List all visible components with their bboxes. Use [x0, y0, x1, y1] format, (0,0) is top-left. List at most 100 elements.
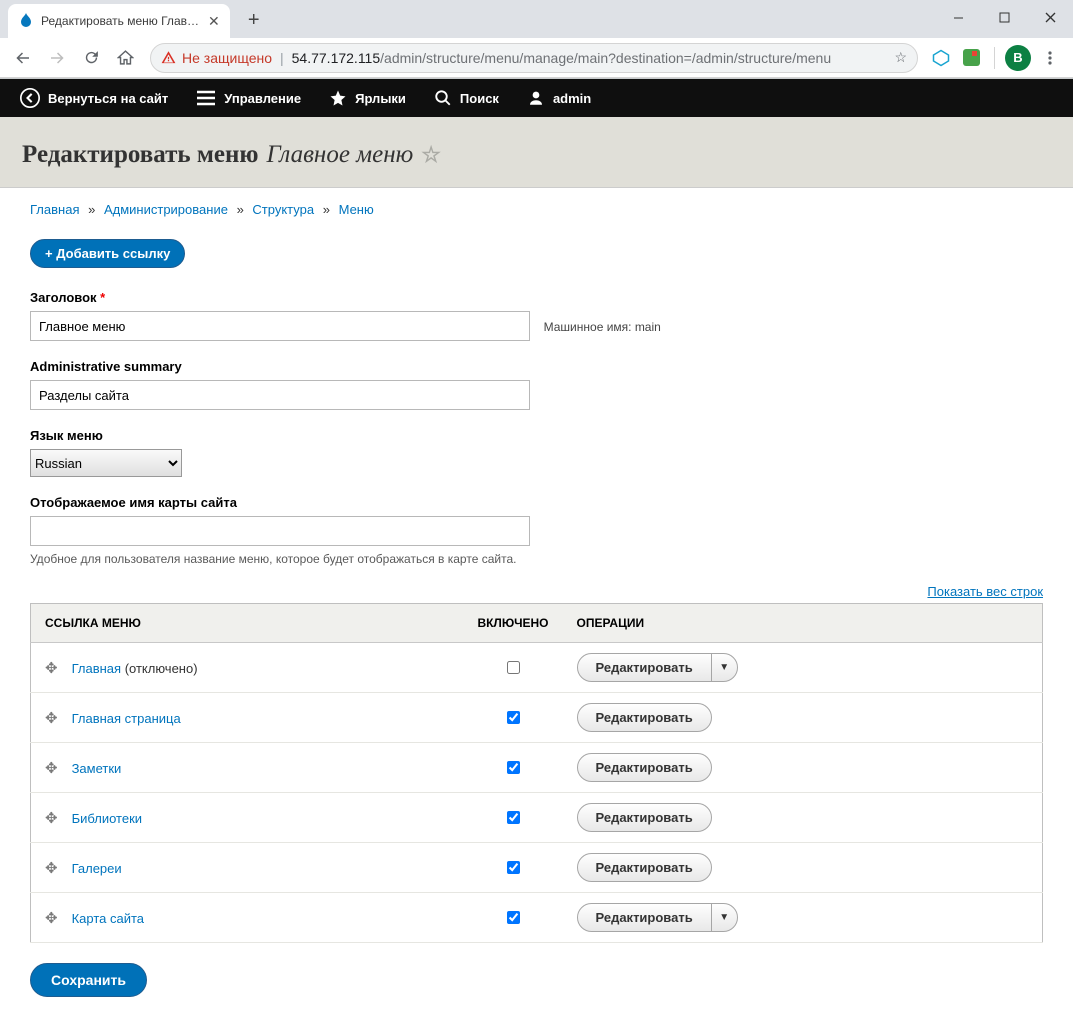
toolbar-search[interactable]: Поиск [420, 79, 513, 117]
divider [994, 47, 995, 69]
menu-link[interactable]: Главная [72, 661, 121, 676]
drag-handle-icon[interactable]: ✥ [45, 860, 58, 877]
forward-button[interactable] [42, 43, 72, 73]
toolbar-manage[interactable]: Управление [182, 79, 315, 117]
enabled-checkbox[interactable] [507, 711, 520, 724]
drupal-favicon [18, 13, 34, 29]
show-weights: Показать вес строк [30, 584, 1043, 599]
summary-label: Administrative summary [30, 359, 1043, 374]
profile-avatar[interactable]: В [1005, 45, 1031, 71]
edit-dropbutton: Редактировать [577, 703, 712, 732]
add-link-button[interactable]: + Добавить ссылку [30, 239, 185, 268]
sitemap-desc: Удобное для пользователя название меню, … [30, 552, 1043, 566]
back-button[interactable] [8, 43, 38, 73]
sitemap-label: Отображаемое имя карты сайта [30, 495, 1043, 510]
new-tab-button[interactable]: + [240, 6, 268, 34]
extension-icon-2[interactable] [958, 45, 984, 71]
search-icon [434, 89, 452, 107]
browser-menu-icon[interactable] [1035, 43, 1065, 73]
minimize-button[interactable] [935, 0, 981, 34]
address-bar: Не защищено | 54.77.172.115/admin/struct… [0, 38, 1073, 78]
close-tab-icon[interactable]: ✕ [208, 13, 220, 30]
toolbar-user[interactable]: admin [513, 79, 605, 117]
edit-button[interactable]: Редактировать [578, 754, 711, 781]
edit-dropbutton: Редактировать▼ [577, 903, 738, 932]
menu-link[interactable]: Главная страница [72, 711, 181, 726]
shortcut-star-icon[interactable]: ☆ [421, 142, 441, 168]
edit-button[interactable]: Редактировать [578, 854, 711, 881]
star-icon [329, 89, 347, 107]
drag-handle-icon[interactable]: ✥ [45, 910, 58, 927]
toolbar-back-label: Вернуться на сайт [48, 91, 168, 106]
edit-button[interactable]: Редактировать [578, 654, 711, 681]
table-row: ✥ Заметки Редактировать [31, 743, 1043, 793]
page-title-emph: Главное меню [266, 141, 413, 169]
url-host: 54.77.172.115 [292, 50, 381, 66]
menu-link[interactable]: Галереи [72, 861, 122, 876]
col-header-enabled: ВКЛЮЧЕНО [463, 604, 562, 643]
enabled-checkbox[interactable] [507, 911, 520, 924]
enabled-checkbox[interactable] [507, 861, 520, 874]
enabled-checkbox[interactable] [507, 761, 520, 774]
dropbutton-toggle[interactable]: ▼ [711, 654, 737, 681]
save-button[interactable]: Сохранить [30, 963, 147, 997]
user-icon [527, 89, 545, 107]
extension-icon-1[interactable] [928, 45, 954, 71]
home-button[interactable] [110, 43, 140, 73]
crumb-structure[interactable]: Структура [252, 202, 314, 217]
table-row: ✥ Карта сайта Редактировать▼ [31, 893, 1043, 943]
url-path: /admin/structure/menu/manage/main?destin… [380, 50, 831, 66]
enabled-checkbox[interactable] [507, 661, 520, 674]
crumb-admin[interactable]: Администрирование [104, 202, 228, 217]
toolbar-back-to-site[interactable]: Вернуться на сайт [6, 79, 182, 117]
summary-input[interactable] [30, 380, 530, 410]
tab-title: Редактировать меню Главное м [41, 14, 201, 28]
edit-dropbutton: Редактировать [577, 753, 712, 782]
title-input[interactable] [30, 311, 530, 341]
edit-button[interactable]: Редактировать [578, 804, 711, 831]
menu-link[interactable]: Библиотеки [72, 811, 142, 826]
url-field[interactable]: Не защищено | 54.77.172.115/admin/struct… [150, 43, 918, 73]
table-row: ✥Главная (отключено)Редактировать▼ [31, 643, 1043, 693]
menu-links-table: ССЫЛКА МЕНЮ ВКЛЮЧЕНО ОПЕРАЦИИ ✥Главная (… [30, 603, 1043, 943]
browser-tab[interactable]: Редактировать меню Главное м ✕ [8, 4, 230, 38]
window-controls [935, 0, 1073, 34]
edit-dropbutton: Редактировать▼ [577, 653, 738, 682]
not-secure-label: Не защищено [182, 50, 272, 66]
toolbar-shortcuts[interactable]: Ярлыки [315, 79, 420, 117]
form-item-summary: Administrative summary [30, 359, 1043, 410]
form-item-title: Заголовок * Машинное имя: main [30, 290, 1043, 341]
close-window-button[interactable] [1027, 0, 1073, 34]
dropbutton-toggle[interactable]: ▼ [711, 904, 737, 931]
crumb-home[interactable]: Главная [30, 202, 79, 217]
title-label: Заголовок * [30, 290, 1043, 305]
back-circle-icon [20, 88, 40, 108]
reload-button[interactable] [76, 43, 106, 73]
menu-link[interactable]: Карта сайта [72, 911, 144, 926]
toolbar-search-label: Поиск [460, 91, 499, 106]
sitemap-input[interactable] [30, 516, 530, 546]
form-item-sitemap: Отображаемое имя карты сайта Удобное для… [30, 495, 1043, 566]
toolbar-shortcuts-label: Ярлыки [355, 91, 406, 106]
form-item-lang: Язык меню Russian [30, 428, 1043, 477]
bookmark-star-icon[interactable]: ☆ [894, 49, 907, 66]
drag-handle-icon[interactable]: ✥ [45, 760, 58, 777]
edit-button[interactable]: Редактировать [578, 704, 711, 731]
show-weights-link[interactable]: Показать вес строк [927, 584, 1043, 599]
maximize-button[interactable] [981, 0, 1027, 34]
menu-link[interactable]: Заметки [72, 761, 122, 776]
drag-handle-icon[interactable]: ✥ [45, 810, 58, 827]
drag-handle-icon[interactable]: ✥ [45, 660, 58, 677]
content: Главная » Администрирование » Структура … [0, 188, 1073, 1025]
toolbar-user-label: admin [553, 91, 591, 106]
page-header: Редактировать меню Главное меню ☆ [0, 117, 1073, 188]
lang-select[interactable]: Russian [30, 449, 182, 477]
page-title: Редактировать меню Главное меню ☆ [22, 141, 1051, 169]
table-row: ✥ Библиотеки Редактировать [31, 793, 1043, 843]
drag-handle-icon[interactable]: ✥ [45, 710, 58, 727]
edit-button[interactable]: Редактировать [578, 904, 711, 931]
enabled-checkbox[interactable] [507, 811, 520, 824]
lang-label: Язык меню [30, 428, 1043, 443]
edit-dropbutton: Редактировать [577, 803, 712, 832]
crumb-menu[interactable]: Меню [339, 202, 374, 217]
